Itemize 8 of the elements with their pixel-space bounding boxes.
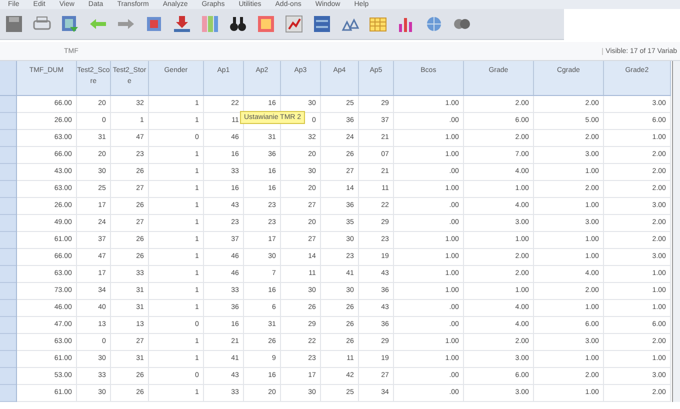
chart-icon[interactable] <box>284 14 304 34</box>
window-icon[interactable] <box>60 14 80 34</box>
scrollbar[interactable] <box>672 61 680 402</box>
rows-icon[interactable] <box>312 14 332 34</box>
down-arrow-icon[interactable] <box>172 14 192 34</box>
binoculars-icon[interactable] <box>228 14 248 34</box>
globe-icon[interactable] <box>424 14 444 34</box>
columns-icon[interactable] <box>200 14 220 34</box>
